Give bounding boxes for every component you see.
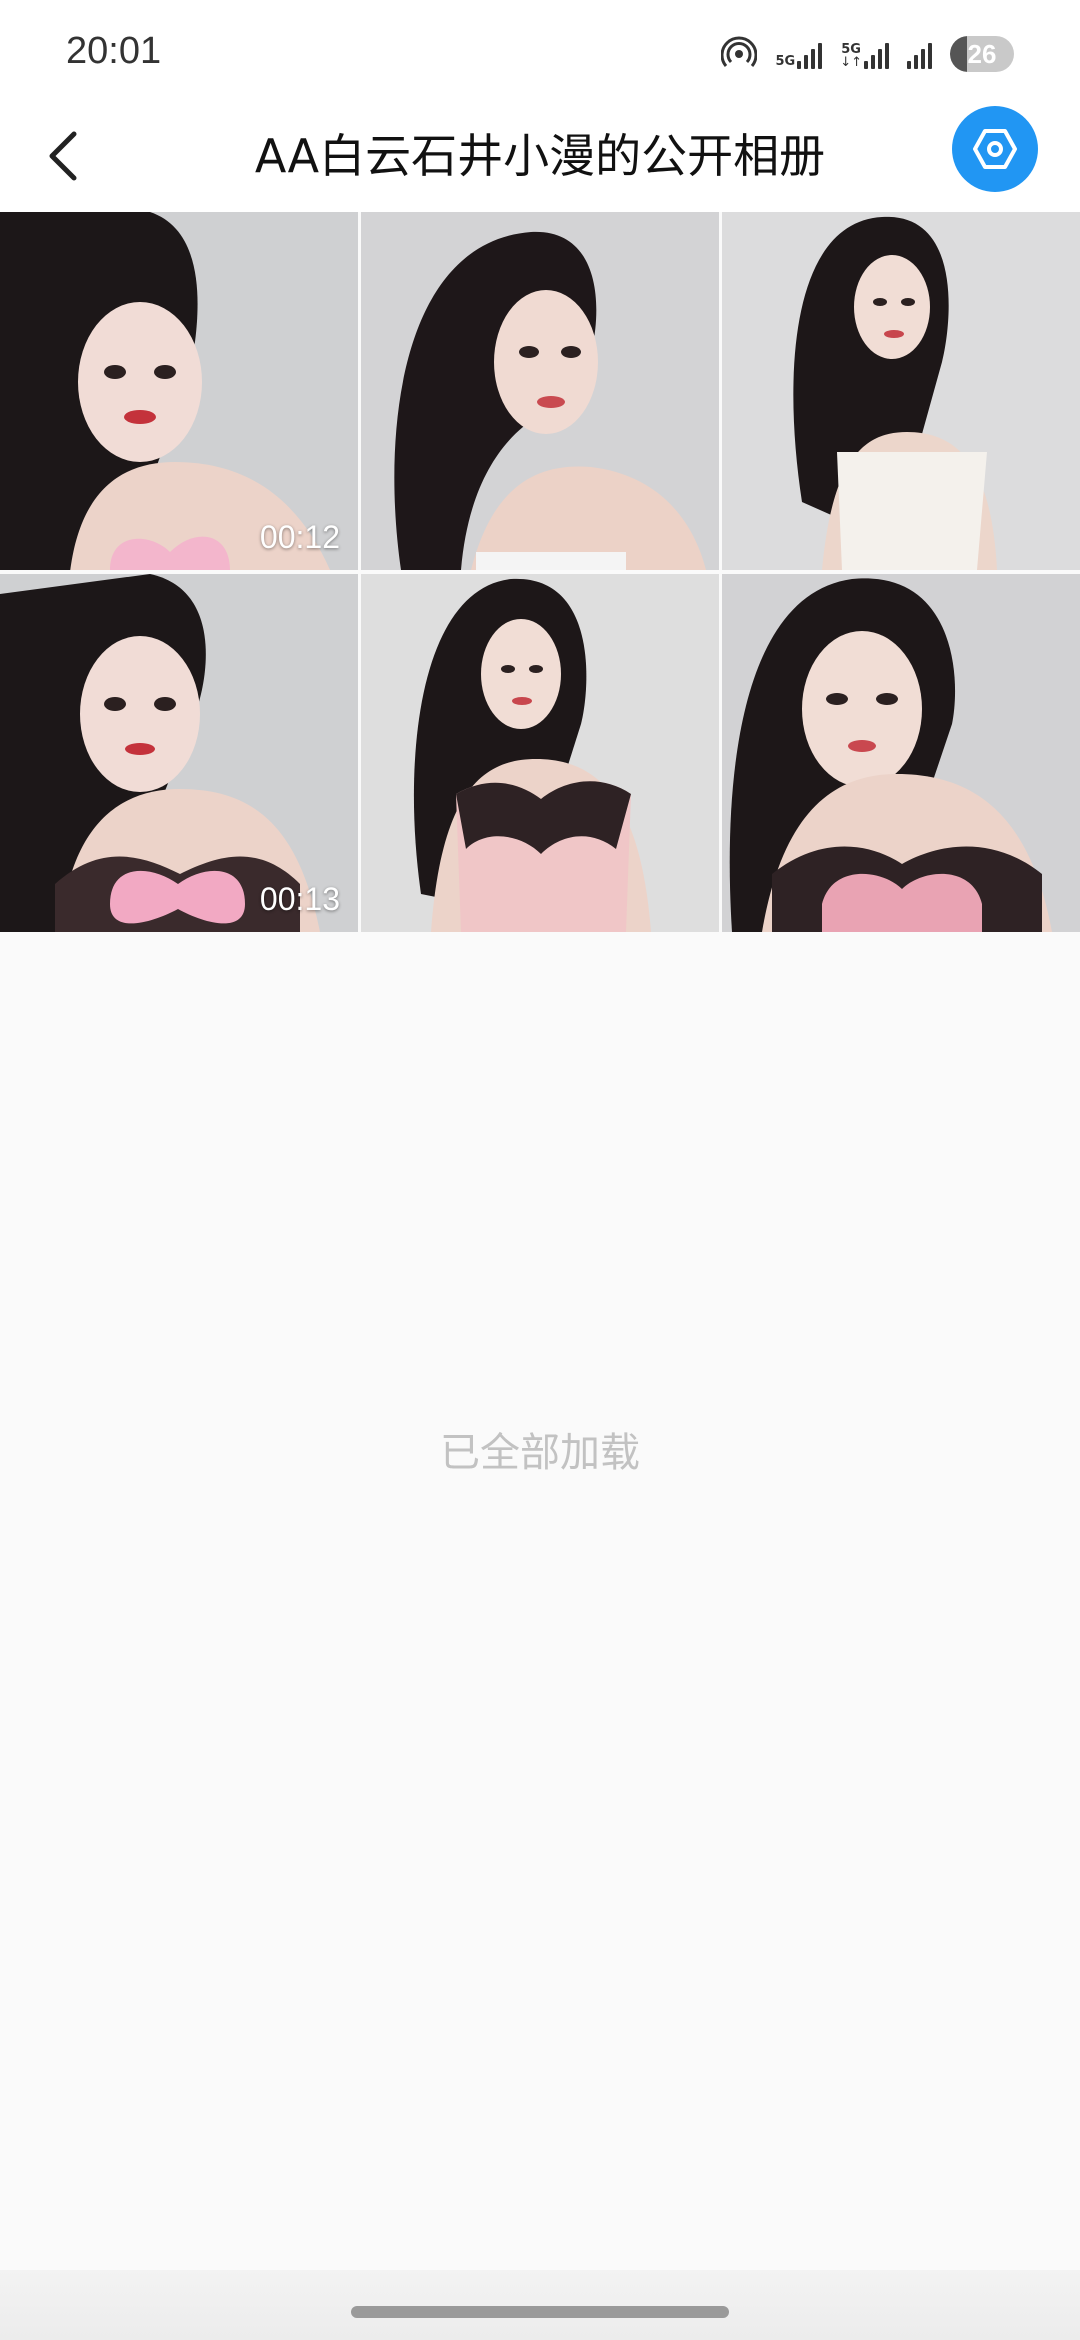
album-item[interactable] bbox=[361, 574, 719, 932]
gesture-bar bbox=[0, 2270, 1080, 2340]
album-item[interactable]: 00:13 bbox=[0, 574, 358, 932]
signal-icon bbox=[907, 39, 932, 69]
status-time: 20:01 bbox=[66, 30, 162, 72]
home-indicator[interactable] bbox=[351, 2306, 729, 2318]
status-icons: 5G 5G ↓↑ 26 bbox=[721, 32, 1014, 76]
all-loaded-text: 已全部加载 bbox=[440, 1430, 640, 1476]
hotspot-icon bbox=[721, 36, 758, 72]
album-grid: 00:12 00:13 bbox=[0, 212, 1080, 932]
photo-thumbnail bbox=[361, 574, 719, 932]
album-item[interactable] bbox=[361, 212, 719, 570]
album-item[interactable]: 00:12 bbox=[0, 212, 358, 570]
signal-icon: 5G ↓↑ bbox=[840, 39, 889, 69]
chevron-left-icon bbox=[49, 131, 77, 181]
album-item[interactable] bbox=[722, 212, 1080, 570]
hexagon-settings-icon bbox=[973, 129, 1017, 169]
video-duration: 00:13 bbox=[259, 881, 340, 917]
battery-icon: 26 bbox=[950, 36, 1014, 72]
battery-level: 26 bbox=[967, 39, 997, 69]
photo-thumbnail bbox=[722, 574, 1080, 932]
data-arrows: ↓↑ bbox=[840, 55, 862, 70]
photo-thumbnail bbox=[0, 574, 358, 932]
network-type-label: 5G bbox=[775, 54, 796, 69]
back-button[interactable] bbox=[28, 120, 100, 192]
photo-thumbnail bbox=[722, 212, 1080, 570]
settings-button[interactable] bbox=[952, 106, 1038, 192]
status-bar: 20:01 5G 5G ↓↑ 26 bbox=[0, 0, 1080, 100]
app-header: AA白云石井小漫的公开相册 bbox=[0, 100, 1080, 212]
photo-thumbnail bbox=[361, 212, 719, 570]
video-duration: 00:12 bbox=[259, 519, 340, 555]
album-item[interactable] bbox=[722, 574, 1080, 932]
signal-icon: 5G bbox=[775, 39, 823, 69]
photo-thumbnail bbox=[0, 212, 358, 570]
page-title: AA白云石井小漫的公开相册 bbox=[254, 129, 826, 183]
